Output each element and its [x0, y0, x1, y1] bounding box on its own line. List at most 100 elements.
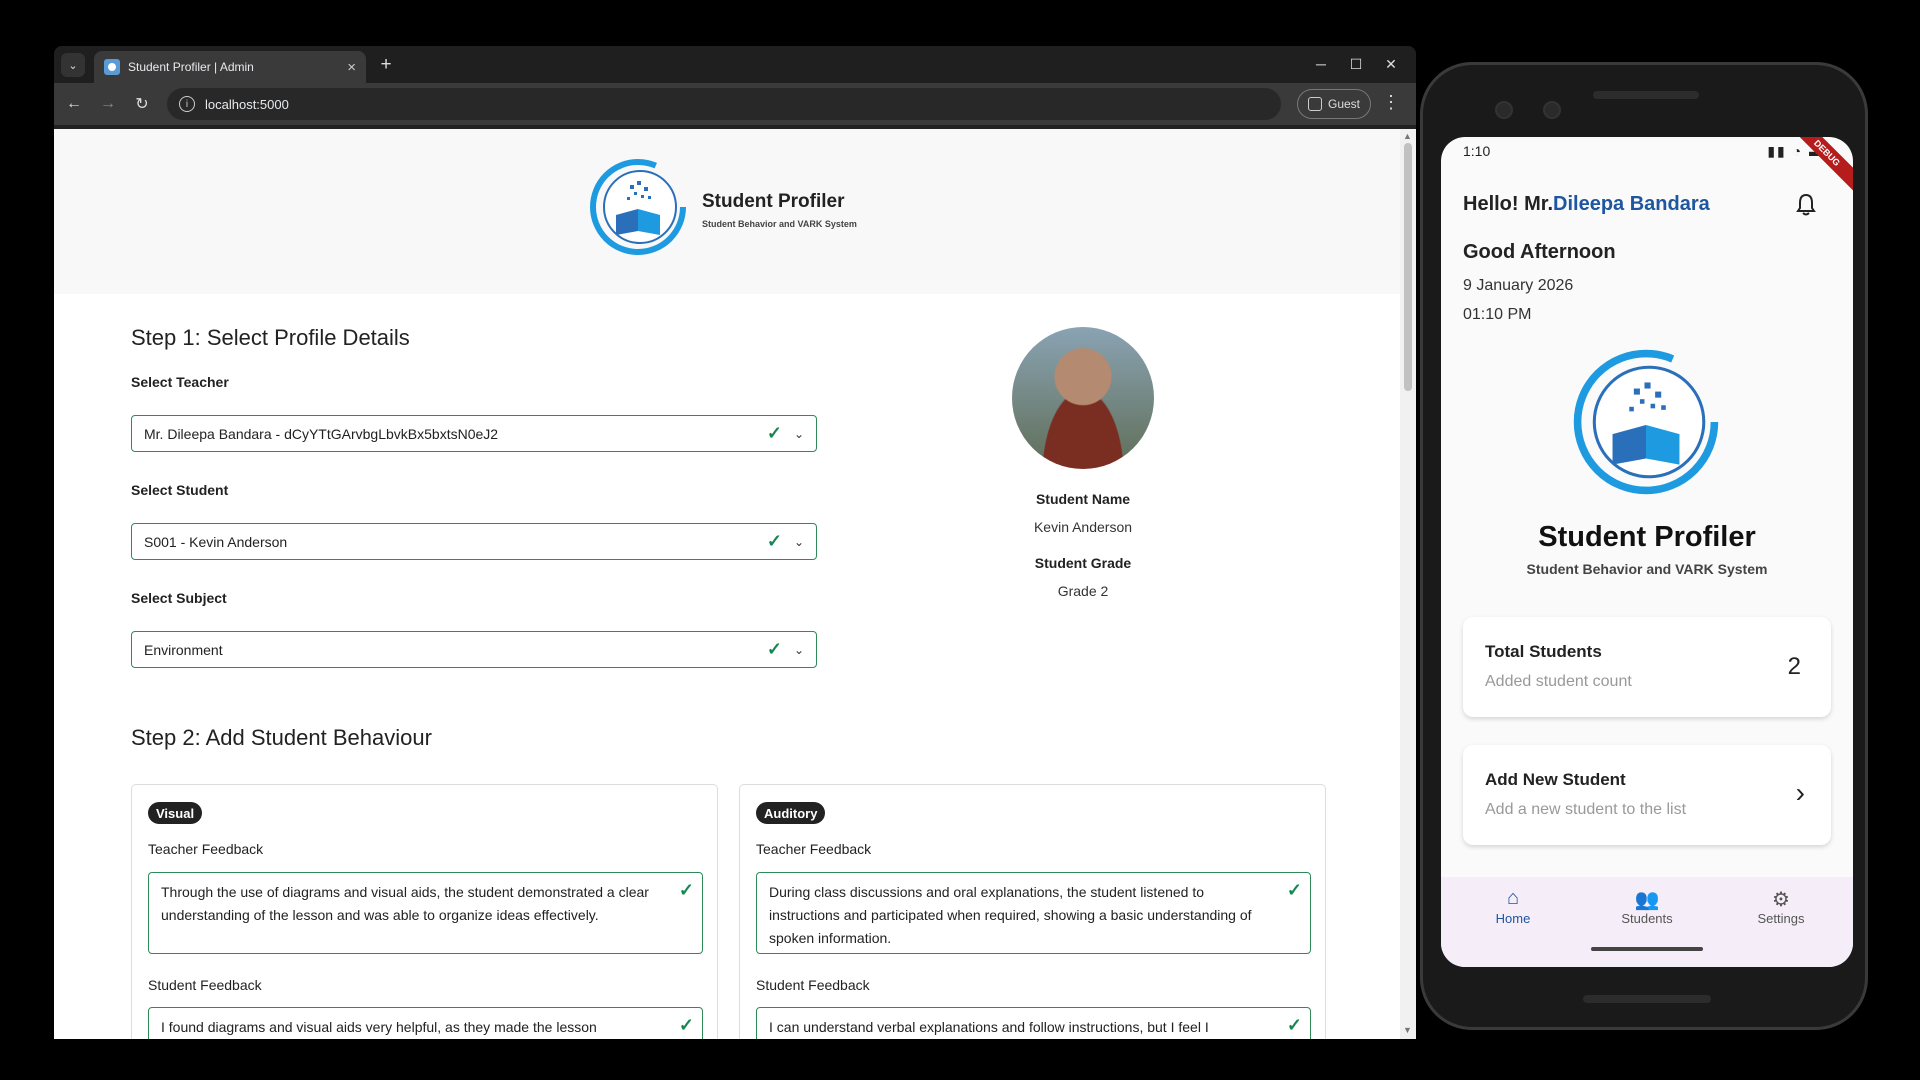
- subject-select-value: Environment: [144, 641, 223, 658]
- bottom-speaker: [1583, 995, 1711, 1003]
- visual-card: Visual Teacher Feedback Through the use …: [131, 784, 718, 1039]
- teacher-select[interactable]: Mr. Dileepa Bandara - dCyYTtGArvbgLbvkBx…: [131, 415, 817, 452]
- teacher-label: Select Teacher: [131, 374, 229, 390]
- step2-title: Step 2: Add Student Behaviour: [131, 725, 432, 750]
- hello-teacher-name: Dileepa Bandara: [1553, 193, 1710, 215]
- visual-student-feedback-text: I found diagrams and visual aids very he…: [161, 1019, 597, 1035]
- visual-student-feedback-input[interactable]: I found diagrams and visual aids very he…: [148, 1007, 703, 1039]
- chevron-down-icon: ⌄: [793, 426, 804, 441]
- visual-teacher-feedback-text: Through the use of diagrams and visual a…: [161, 884, 649, 923]
- student-name-value: Kevin Anderson: [1033, 519, 1133, 535]
- valid-check-icon: ✓: [1286, 1015, 1302, 1035]
- maximize-icon[interactable]: ☐: [1341, 52, 1371, 76]
- kebab-menu-icon[interactable]: ⋮: [1382, 92, 1400, 113]
- auditory-teacher-feedback-label: Teacher Feedback: [756, 841, 872, 857]
- home-icon: ⌂: [1506, 887, 1520, 909]
- student-profiler-logo-icon: [590, 159, 686, 255]
- bell-icon[interactable]: [1795, 193, 1817, 217]
- page-viewport: Student Profiler Student Behavior and VA…: [54, 129, 1400, 1039]
- scroll-up-arrow-icon[interactable]: ▲: [1403, 131, 1412, 141]
- total-students-card: Total Students Added student count 2: [1463, 617, 1831, 717]
- student-label: Select Student: [131, 482, 229, 498]
- student-select[interactable]: S001 - Kevin Anderson ✓ ⌄: [131, 523, 817, 560]
- student-grade-label: Student Grade: [1034, 555, 1132, 571]
- auditory-card: Auditory Teacher Feedback During class d…: [739, 784, 1326, 1039]
- add-new-student-card[interactable]: Add New Student Add a new student to the…: [1463, 745, 1831, 845]
- nav-students[interactable]: 👥 Students: [1597, 887, 1697, 926]
- valid-check-icon: ✓: [766, 639, 782, 659]
- chevron-down-icon: ⌄: [793, 642, 804, 657]
- gear-icon: ⚙: [1772, 889, 1790, 911]
- student-avatar: [1012, 327, 1154, 469]
- forward-arrow-icon[interactable]: →: [96, 92, 120, 116]
- close-window-icon[interactable]: ✕: [1376, 52, 1406, 76]
- tab-title: Student Profiler | Admin: [128, 60, 254, 74]
- front-camera-icon: [1495, 101, 1513, 119]
- tab-close-icon[interactable]: ×: [347, 59, 356, 76]
- current-date: 9 January 2026: [1463, 277, 1574, 294]
- student-name-label: Student Name: [1035, 491, 1131, 507]
- auditory-student-feedback-input[interactable]: I can understand verbal explanations and…: [756, 1007, 1311, 1039]
- nav-settings[interactable]: ⚙ Settings: [1731, 887, 1831, 926]
- app-brand-subtitle: Student Behavior and VARK System: [1526, 561, 1768, 577]
- site-brand-title: Student Profiler: [702, 191, 845, 212]
- valid-check-icon: ✓: [678, 880, 694, 900]
- valid-check-icon: ✓: [678, 1015, 694, 1035]
- minimize-icon[interactable]: ─: [1306, 52, 1336, 76]
- add-student-title: Add New Student: [1485, 770, 1626, 789]
- site-info-icon[interactable]: i: [179, 96, 195, 112]
- subject-select[interactable]: Environment ✓ ⌄: [131, 631, 817, 668]
- auditory-student-feedback-text: I can understand verbal explanations and…: [769, 1019, 1209, 1035]
- nav-settings-label: Settings: [1757, 911, 1805, 926]
- scrollbar-thumb[interactable]: [1404, 143, 1412, 391]
- valid-check-icon: ✓: [766, 423, 782, 443]
- auditory-student-feedback-label: Student Feedback: [756, 977, 870, 993]
- url-text: localhost:5000: [205, 96, 289, 112]
- tab-search-chevron-icon[interactable]: ⌄: [61, 53, 85, 77]
- app-brand-title: Student Profiler: [1538, 521, 1756, 553]
- visual-teacher-feedback-label: Teacher Feedback: [148, 841, 264, 857]
- gesture-home-bar[interactable]: [1591, 947, 1703, 951]
- new-tab-plus-icon[interactable]: +: [374, 53, 398, 77]
- browser-tab[interactable]: Student Profiler | Admin ×: [94, 51, 366, 83]
- visual-teacher-feedback-input[interactable]: Through the use of diagrams and visual a…: [148, 872, 703, 954]
- student-select-value: S001 - Kevin Anderson: [144, 533, 288, 550]
- back-arrow-icon[interactable]: ←: [62, 92, 86, 116]
- address-bar[interactable]: i localhost:5000: [167, 88, 1281, 120]
- bottom-navigation: ⌂ Home 👥 Students ⚙ Settings: [1441, 877, 1853, 967]
- auditory-teacher-feedback-input[interactable]: During class discussions and oral explan…: [756, 872, 1311, 954]
- step1-title: Step 1: Select Profile Details: [131, 325, 410, 350]
- nav-home-label: Home: [1495, 911, 1531, 926]
- subject-label: Select Subject: [131, 590, 227, 606]
- visual-student-feedback-label: Student Feedback: [148, 977, 262, 993]
- valid-check-icon: ✓: [766, 531, 782, 551]
- auditory-badge: Auditory: [756, 802, 826, 824]
- total-students-subtitle: Added student count: [1485, 673, 1632, 690]
- browser-window: ⌄ Student Profiler | Admin × + ─ ☐ ✕ ← →…: [54, 46, 1416, 1039]
- nav-home[interactable]: ⌂ Home: [1463, 887, 1563, 926]
- hello-greeting: Hello! Mr.Dileepa Bandara: [1463, 193, 1710, 216]
- profile-button[interactable]: Guest: [1297, 89, 1371, 119]
- hello-prefix: Hello! Mr.: [1463, 193, 1554, 215]
- earpiece-speaker: [1593, 91, 1699, 99]
- add-student-subtitle: Add a new student to the list: [1485, 801, 1687, 818]
- page-scrollbar[interactable]: ▲ ▼: [1400, 129, 1416, 1039]
- student-grade-value: Grade 2: [1057, 583, 1109, 599]
- teacher-select-value: Mr. Dileepa Bandara - dCyYTtGArvbgLbvkBx…: [144, 425, 499, 442]
- app-logo-icon: [1573, 349, 1719, 495]
- chevron-down-icon: ⌄: [793, 534, 804, 549]
- visual-badge: Visual: [148, 802, 203, 824]
- site-header: Student Profiler Student Behavior and VA…: [54, 129, 1400, 294]
- favicon-icon: [104, 59, 120, 75]
- valid-check-icon: ✓: [1286, 880, 1302, 900]
- time-greeting: Good Afternoon: [1463, 241, 1616, 263]
- scroll-down-arrow-icon[interactable]: ▼: [1403, 1025, 1412, 1035]
- chevron-right-icon: ›: [1795, 777, 1805, 808]
- reload-icon[interactable]: ↻: [130, 92, 154, 116]
- front-sensor-icon: [1543, 101, 1561, 119]
- status-bar: 1:10 ▮▮ ◔ ▬ DEBUG: [1441, 137, 1853, 195]
- phone-screen: 1:10 ▮▮ ◔ ▬ DEBUG Hello! Mr.Dileepa Band…: [1441, 137, 1853, 967]
- total-students-title: Total Students: [1485, 642, 1602, 661]
- profile-label: Guest: [1328, 97, 1361, 111]
- guest-profile-icon: [1308, 97, 1322, 111]
